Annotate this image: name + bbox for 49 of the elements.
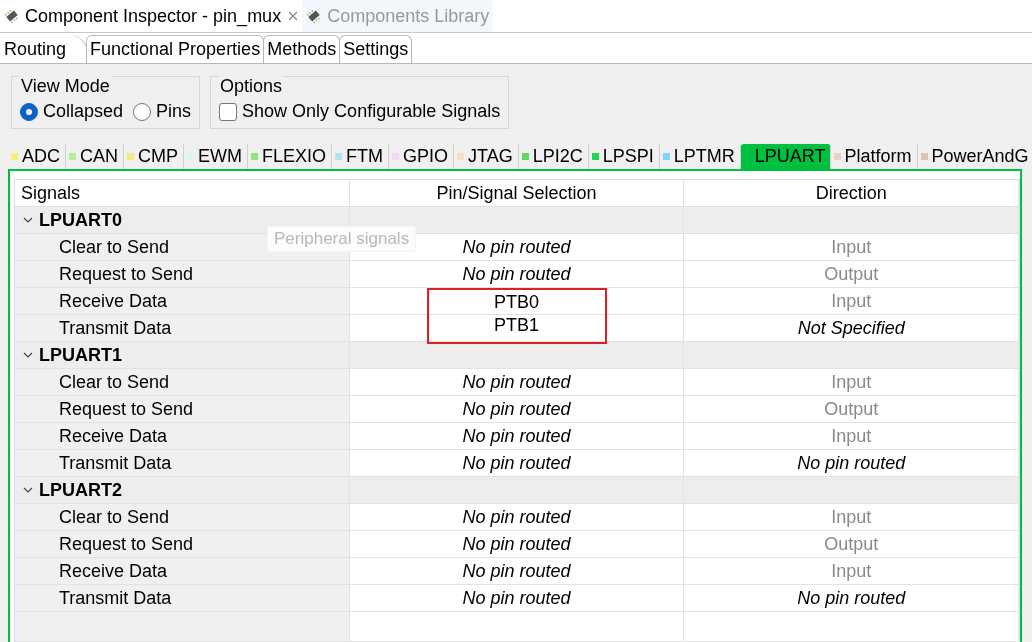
pin-selection[interactable]: No pin routed: [462, 398, 571, 420]
signal-name: Receive Data: [15, 288, 350, 315]
signal-name: Transmit Data: [15, 315, 350, 342]
signal-name: Transmit Data: [15, 585, 350, 612]
close-icon[interactable]: [288, 11, 299, 21]
direction-value[interactable]: No pin routed: [797, 587, 906, 609]
chip-icon: [306, 8, 323, 24]
direction-value[interactable]: Not Specified: [797, 317, 905, 339]
radio-option[interactable]: Pins: [133, 101, 192, 122]
group-title: Options: [219, 76, 284, 97]
signal-name: Request to Send: [15, 396, 350, 423]
chevron-icon[interactable]: [23, 485, 33, 495]
pin-selection[interactable]: PTB1: [494, 315, 540, 336]
signal-name: Request to Send: [15, 531, 350, 558]
signal-name: Receive Data: [15, 423, 350, 450]
column-header: Signals: [15, 180, 350, 207]
column-header: Direction: [684, 180, 1019, 207]
checkbox[interactable]: [219, 102, 238, 121]
pin-selection[interactable]: No pin routed: [462, 452, 571, 474]
editor-tab[interactable]: Settings: [339, 35, 413, 63]
pin-selection[interactable]: No pin routed: [462, 506, 571, 528]
pin-selection[interactable]: No pin routed: [462, 560, 571, 582]
pin-selection[interactable]: No pin routed: [462, 425, 571, 447]
chevron-icon[interactable]: [23, 215, 33, 225]
group-row-label[interactable]: LPUART1: [15, 342, 350, 369]
tooltip: Peripheral signals: [267, 226, 417, 252]
chip-icon: [4, 8, 20, 24]
radio-option[interactable]: Collapsed: [20, 101, 124, 122]
pin-selection[interactable]: No pin routed: [462, 236, 571, 258]
signal-name: Transmit Data: [15, 450, 350, 477]
radio-button[interactable]: [133, 102, 152, 121]
signal-name: Clear to Send: [15, 369, 350, 396]
editor-tab[interactable]: Functional Properties: [86, 35, 265, 63]
pin-selection[interactable]: No pin routed: [462, 263, 571, 285]
pin-selection[interactable]: No pin routed: [462, 587, 571, 609]
pin-selection[interactable]: No pin routed: [462, 371, 571, 393]
chevron-icon[interactable]: [23, 350, 33, 360]
signal-name: Receive Data: [15, 558, 350, 585]
peripheral-tab[interactable]: LPUART: [740, 144, 831, 169]
radio-label: Collapsed: [43, 101, 124, 122]
signal-name: Clear to Send: [15, 504, 350, 531]
radio-label: Pins: [156, 101, 192, 122]
group-row-label[interactable]: LPUART2: [15, 477, 350, 504]
signal-name: Request to Send: [15, 261, 350, 288]
radio-button[interactable]: [20, 102, 38, 121]
direction-value[interactable]: No pin routed: [797, 452, 906, 474]
column-header: Pin/Signal Selection: [349, 180, 685, 207]
pin-selection[interactable]: No pin routed: [462, 533, 571, 555]
checkbox-label: Show Only Configurable Signals: [242, 101, 501, 122]
